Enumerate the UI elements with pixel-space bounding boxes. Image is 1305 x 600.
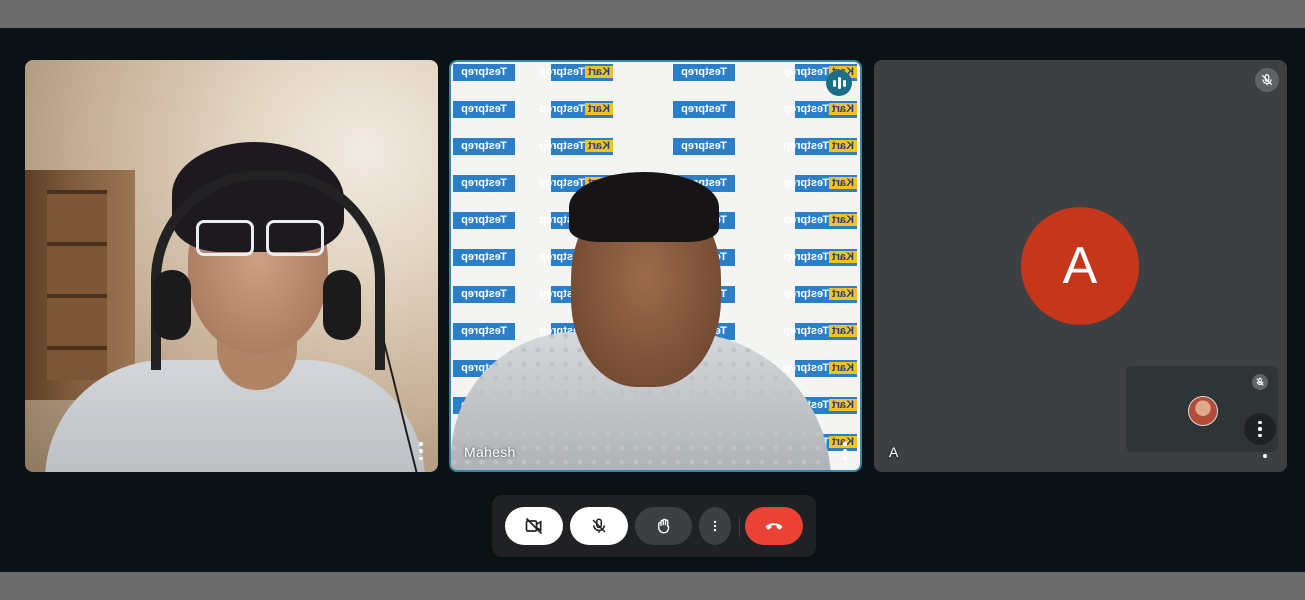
speaking-indicator-icon	[826, 70, 852, 96]
background-logo: KartTestprep	[783, 175, 857, 192]
background-logo: KartTestprep	[783, 101, 857, 118]
hair	[569, 172, 719, 242]
raise-hand-button[interactable]	[635, 507, 692, 545]
background-logo: KartTestprep	[783, 323, 857, 340]
participant-name-2: Mahesh	[464, 444, 516, 460]
background-logo: KartTestprep	[783, 286, 857, 303]
raise-hand-icon	[657, 518, 669, 534]
participant-tile-3[interactable]: A A	[874, 60, 1287, 472]
self-muted-icon	[1252, 374, 1268, 390]
more-options-button[interactable]	[699, 507, 731, 545]
participant-video-1	[25, 60, 438, 472]
background-logo: KartTestprep	[539, 138, 613, 155]
background-logo: Testprep	[673, 101, 735, 118]
background-logo: Testprep	[453, 249, 515, 266]
camera-off-icon	[525, 517, 543, 535]
muted-mic-icon	[1255, 68, 1279, 92]
background-logo: KartTestprep	[539, 101, 613, 118]
camera-toggle-button[interactable]	[505, 507, 563, 545]
background-logo: Testprep	[453, 138, 515, 155]
background-logo: Testprep	[453, 323, 515, 340]
participant-tile-2[interactable]: Testprep KartTestprep Testprep KartTestprep…	[449, 60, 862, 472]
page-indicator-dot	[1263, 454, 1267, 458]
background-logo: KartTestprep	[783, 212, 857, 229]
background-logo: KartTestprep	[783, 138, 857, 155]
participant-name-3: A	[889, 444, 899, 460]
meeting-stage: Testprep KartTestprep Testprep KartTestprep…	[0, 28, 1305, 572]
headphone-cup-right	[323, 270, 361, 340]
headphone-cup-left	[153, 270, 191, 340]
background-logo: Testprep	[673, 138, 735, 155]
background-logo: Testprep	[453, 101, 515, 118]
background-logo: KartTestprep	[783, 249, 857, 266]
background-logo: KartTestprep	[539, 64, 613, 81]
participant-avatar: A	[1021, 207, 1139, 325]
mic-toggle-button[interactable]	[570, 507, 628, 545]
participant-tile-1[interactable]	[25, 60, 438, 472]
self-view-menu-button[interactable]	[1244, 413, 1276, 445]
background-logo: Testprep	[673, 64, 735, 81]
more-vert-icon	[713, 520, 717, 532]
end-call-button[interactable]	[745, 507, 803, 545]
background-logo: KartTestprep	[783, 360, 857, 377]
mic-off-icon	[592, 518, 606, 533]
self-avatar	[1188, 396, 1218, 426]
call-controls-bar	[492, 495, 816, 557]
controls-divider	[739, 517, 740, 537]
background-logo: Testprep	[453, 175, 515, 192]
hang-up-icon	[765, 523, 783, 530]
participant-video-2: Testprep KartTestprep Testprep KartTestprep…	[451, 62, 860, 470]
background-shelf	[25, 170, 135, 400]
tile-menu-button-1[interactable]	[418, 442, 424, 460]
glasses	[196, 220, 324, 256]
background-logo: Testprep	[453, 286, 515, 303]
tile-menu-button-2[interactable]	[842, 442, 848, 460]
background-logo: Testprep	[453, 64, 515, 81]
background-logo: Testprep	[453, 212, 515, 229]
